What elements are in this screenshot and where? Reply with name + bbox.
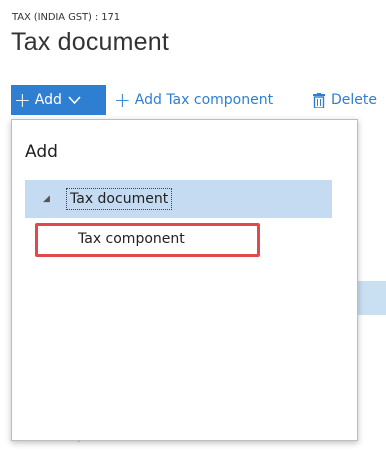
- chevron-down-icon: [68, 96, 81, 105]
- tree-item-label: Tax document: [66, 188, 173, 210]
- plus-icon: +: [114, 88, 131, 112]
- tree-item-label: Tax component: [78, 231, 185, 247]
- add-button-label: Add: [34, 92, 62, 108]
- add-tax-component-button[interactable]: + Add Tax component: [114, 85, 273, 115]
- add-dropdown-menu: Add ◢ Tax document Tax component: [11, 119, 358, 441]
- trash-icon: [313, 92, 325, 108]
- page-caption: TAX (INDIA GST) : 171: [12, 12, 121, 23]
- page-title: Tax document: [11, 28, 170, 56]
- add-button[interactable]: + Add: [11, 85, 106, 115]
- add-tax-component-label: Add Tax component: [134, 92, 274, 108]
- delete-button[interactable]: Delete: [313, 85, 377, 115]
- toolbar: + Add + Add Tax component Delete: [11, 85, 386, 115]
- collapse-triangle-icon[interactable]: ◢: [43, 194, 50, 204]
- background-selected-row: [355, 281, 386, 315]
- tree-item-tax-document[interactable]: ◢ Tax document: [25, 180, 332, 218]
- delete-label: Delete: [331, 92, 377, 108]
- tree-item-tax-component[interactable]: Tax component: [35, 223, 260, 257]
- plus-icon: +: [14, 88, 31, 112]
- dropdown-heading: Add: [25, 142, 58, 162]
